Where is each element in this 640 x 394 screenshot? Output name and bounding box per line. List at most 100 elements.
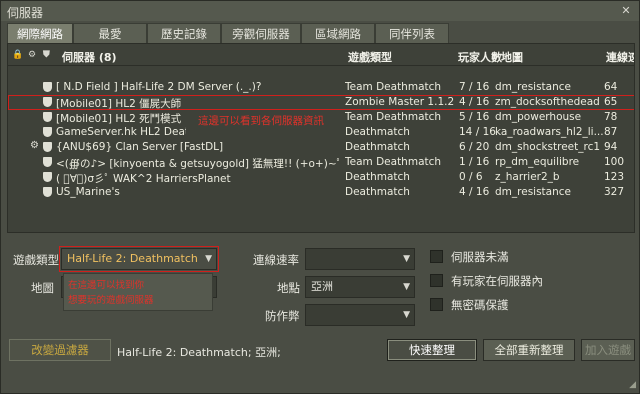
server-ping: 64 [604, 81, 618, 93]
server-type: Team Deathmatch [345, 111, 442, 123]
server-name: US_Marine's [56, 186, 120, 198]
table-row[interactable]: ( ﾟ∀ﾟ)σ彡ﾟ WAK^2 HarriersPlanet Deathmatc… [8, 170, 634, 185]
server-type: Deathmatch [345, 186, 410, 198]
server-players: 4 / 16 [459, 96, 490, 108]
col-game-type[interactable]: 遊戲類型 [348, 49, 392, 65]
window-title: 伺服器 [7, 6, 44, 20]
has-players-checkbox[interactable] [430, 274, 443, 287]
refresh-all-button[interactable]: 全部重新整理 [483, 339, 575, 361]
change-filter-button[interactable]: 改變過濾器 [9, 339, 111, 361]
server-map: z_harrier2_b [495, 171, 560, 183]
server-list: 🔒 ⚙ ⛊ 伺服器 (8) 遊戲類型 玩家人數 地圖 連線速 [ N.D Fie… [7, 43, 635, 233]
server-players: 5 / 16 [459, 111, 490, 123]
tab-friends[interactable]: 同伴列表 [375, 23, 449, 43]
server-map: dm_shockstreet_rc1 [495, 141, 601, 153]
col-players[interactable]: 玩家人數 [458, 49, 502, 65]
table-row[interactable]: [ N.D Field ] Half-Life 2 DM Server (._.… [8, 80, 634, 95]
no-password-label: 無密碼保護 [451, 298, 509, 312]
location-value: 亞洲 [311, 280, 333, 293]
quick-refresh-button[interactable]: 快速整理 [387, 339, 477, 361]
chevron-down-icon[interactable]: ▼ [403, 277, 410, 297]
chevron-down-icon[interactable]: ▼ [403, 249, 410, 269]
annotation-note: 在這邊可以找到你 想要玩的遊戲伺服器 [63, 273, 213, 311]
server-map: dm_powerhouse [495, 111, 582, 123]
annotation-line-2: 想要玩的遊戲伺服器 [68, 295, 154, 306]
connect-button: 加入遊戲 [581, 339, 635, 361]
table-row[interactable]: <(∰の♪> [kinyoenta & getsuyogold] 猛無理!! (… [8, 155, 634, 170]
no-password-checkbox[interactable] [430, 298, 443, 311]
table-row-selected[interactable]: [Mobile01] HL2 僵屍大師 Zombie Master 1.1.2 … [8, 95, 634, 110]
shield-icon [43, 97, 52, 107]
shield-icon [43, 172, 52, 182]
server-type: Team Deathmatch [345, 81, 442, 93]
map-label: 地圖 [31, 281, 54, 295]
server-name: <(∰の♪> [kinyoenta & getsuyogold] 猛無理!! (… [56, 158, 342, 170]
title-bar[interactable]: 伺服器 ✕ [1, 1, 639, 21]
server-players: 0 / 6 [459, 171, 483, 183]
shield-icon [43, 157, 52, 167]
server-ping: 65 [604, 96, 618, 108]
chevron-down-icon[interactable]: ▼ [205, 249, 212, 269]
server-players: 4 / 16 [459, 186, 490, 198]
game-type-select[interactable]: Half-Life 2: Deathmatch ▼ [59, 246, 219, 272]
table-row[interactable]: ⚙ {ANU$69} Clan Server [FastDL] Deathmat… [8, 140, 634, 155]
tab-favorites[interactable]: 最愛 [73, 23, 147, 43]
not-full-checkbox[interactable] [430, 250, 443, 263]
col-map[interactable]: 地圖 [501, 49, 523, 65]
server-type: Deathmatch [345, 126, 410, 138]
not-full-label: 伺服器未滿 [451, 250, 509, 264]
location-select[interactable]: 亞洲 ▼ [305, 276, 415, 298]
table-row[interactable]: US_Marine's Deathmatch 4 / 16 dm_resista… [8, 185, 634, 200]
filter-summary: Half-Life 2: Deathmatch; 亞洲; [117, 346, 281, 359]
server-map: dm_resistance [495, 81, 571, 93]
speed-label: 連線速率 [253, 253, 299, 267]
server-map: rp_dm_equilibre [495, 156, 580, 168]
resize-grip-icon[interactable]: ◢ [629, 380, 636, 390]
server-type: Deathmatch [345, 141, 410, 153]
server-map: zm_docksofthedead [495, 96, 600, 108]
annotation-text: 這邊可以看到各伺服器資訊 [198, 115, 324, 127]
server-players: 1 / 16 [459, 156, 490, 168]
shield-icon [43, 112, 52, 122]
close-icon[interactable]: ✕ [619, 4, 633, 18]
has-players-label: 有玩家在伺服器內 [451, 274, 543, 288]
game-type-label: 遊戲類型 [13, 253, 59, 267]
server-ping: 327 [604, 186, 625, 198]
shield-icon [43, 187, 52, 197]
server-players: 7 / 16 [459, 81, 490, 93]
server-type: Team Deathmatch [345, 156, 442, 168]
server-map: ka_roadwars_hl2_li... [495, 126, 603, 138]
server-ping: 123 [604, 171, 625, 183]
tab-bar: 網際網路 最愛 歷史記錄 旁觀伺服器 區域網路 同伴列表 [1, 23, 639, 43]
server-ping: 94 [604, 141, 618, 153]
shield-icon [43, 142, 52, 152]
server-name: [ N.D Field ] Half-Life 2 DM Server (._.… [56, 81, 262, 93]
lock-icon[interactable]: 🔒 [12, 50, 23, 60]
server-ping: 87 [604, 126, 618, 138]
shield-icon [43, 82, 52, 92]
server-browser-window: 伺服器 ✕ 網際網路 最愛 歷史記錄 旁觀伺服器 區域網路 同伴列表 🔒 ⚙ ⛊… [0, 0, 640, 394]
server-ping: 78 [604, 111, 618, 123]
server-players: 14 / 16 [459, 126, 496, 138]
server-map: dm_resistance [495, 186, 571, 198]
shield-icon [43, 127, 52, 137]
tab-history[interactable]: 歷史記錄 [147, 23, 221, 43]
tab-internet[interactable]: 網際網路 [7, 23, 73, 43]
location-label: 地點 [277, 281, 300, 295]
game-type-value: Half-Life 2: Deathmatch [67, 252, 198, 265]
tab-spectate[interactable]: 旁觀伺服器 [221, 23, 301, 43]
chevron-down-icon[interactable]: ▼ [403, 305, 410, 325]
server-type: Zombie Master 1.1.2 [345, 96, 455, 108]
anticheat-select[interactable]: ▼ [305, 304, 415, 326]
tab-lan[interactable]: 區域網路 [301, 23, 375, 43]
speed-select[interactable]: ▼ [305, 248, 415, 270]
server-list-header: 🔒 ⚙ ⛊ 伺服器 (8) 遊戲類型 玩家人數 地圖 連線速 [8, 44, 634, 66]
gear-icon: ⚙ [30, 140, 39, 151]
anticheat-label: 防作弊 [265, 309, 300, 323]
col-ping[interactable]: 連線速 [606, 49, 634, 65]
shield-icon[interactable]: ⛊ [43, 50, 50, 60]
server-name: {ANU$69} Clan Server [FastDL] [56, 141, 224, 153]
col-servers[interactable]: 伺服器 (8) [62, 49, 117, 65]
gear-icon[interactable]: ⚙ [28, 50, 36, 60]
server-type: Deathmatch [345, 171, 410, 183]
